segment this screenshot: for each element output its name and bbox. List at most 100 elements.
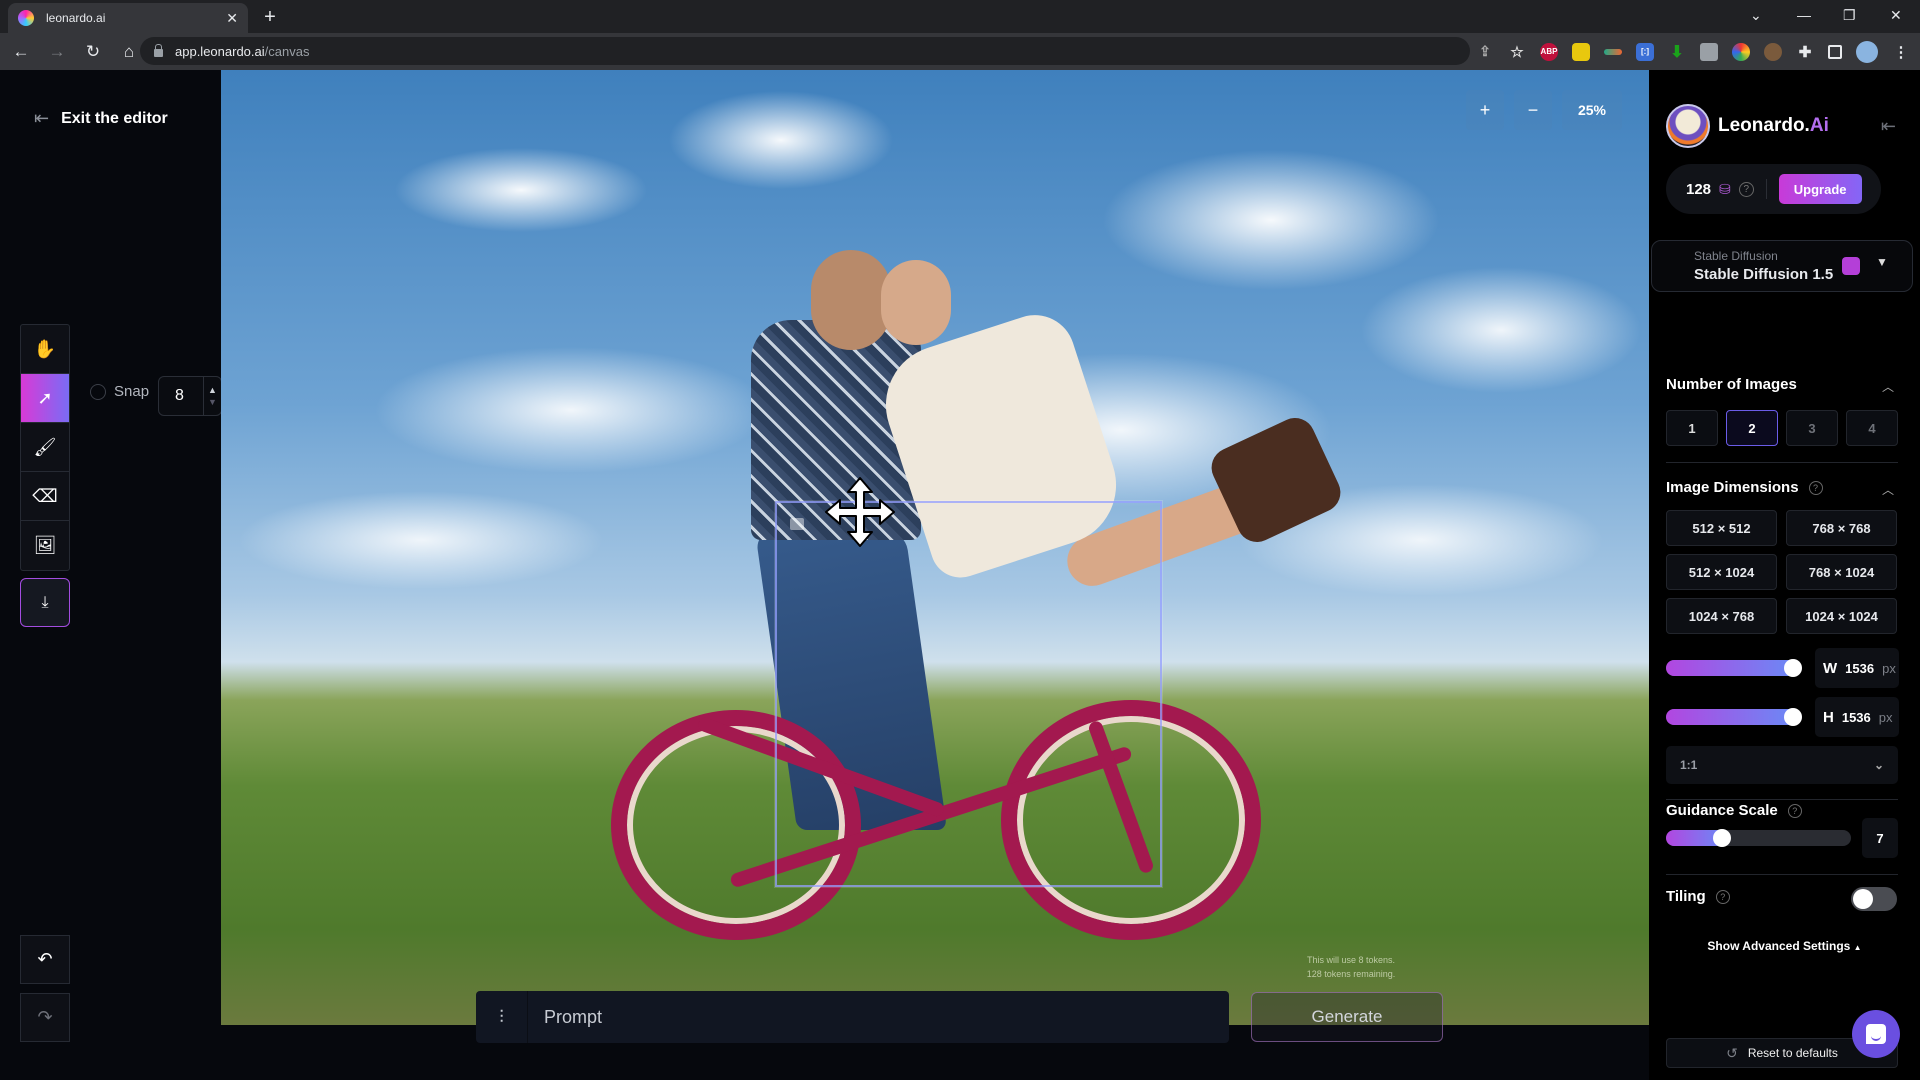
help-icon[interactable]: ? — [1787, 803, 1802, 818]
dimension-preset[interactable]: 768 × 1024 — [1786, 554, 1897, 590]
model-selector[interactable]: Stable Diffusion Stable Diffusion 1.5 ▼ — [1651, 240, 1913, 292]
prompt-input[interactable] — [528, 1006, 1229, 1028]
redo-button[interactable]: ↷ — [20, 993, 70, 1042]
guidance-scale-title: Guidance Scale? — [1666, 802, 1802, 819]
zoom-out-button[interactable]: − — [1514, 90, 1552, 130]
tab-close-icon[interactable]: ✕ — [226, 10, 238, 27]
chevron-up-icon[interactable]: ︿ — [1882, 378, 1894, 395]
dimension-preset[interactable]: 768 × 768 — [1786, 510, 1897, 546]
token-usage-line: This will use 8 tokens. — [1306, 955, 1396, 965]
download-extension-icon[interactable]: ⬇ — [1668, 43, 1686, 61]
chat-icon — [1866, 1024, 1886, 1044]
erase-tool[interactable]: ⌫ — [21, 472, 69, 521]
share-icon[interactable]: ⇪ — [1476, 43, 1494, 61]
select-tool[interactable]: ➚ — [21, 374, 69, 423]
snap-radio[interactable] — [90, 383, 106, 400]
show-advanced-settings-button[interactable]: Show Advanced Settings ▲ — [1649, 939, 1920, 953]
snap-stepper[interactable]: ▲ ▼ — [203, 377, 221, 415]
help-icon[interactable]: ? — [1738, 181, 1754, 197]
menu-dots-icon[interactable]: ⋮ — [1892, 43, 1910, 61]
image-tool[interactable]: 🖼 — [21, 521, 69, 570]
help-icon[interactable]: ? — [1715, 889, 1730, 904]
guidance-value-input[interactable]: 7 — [1862, 818, 1898, 858]
section-divider — [1666, 462, 1898, 463]
sliders-icon: ⫶ — [499, 1006, 504, 1027]
move-arrows-icon — [825, 477, 895, 547]
width-input[interactable]: W 1536 px — [1815, 648, 1899, 688]
dimension-preset[interactable]: 1024 × 1024 — [1786, 598, 1897, 634]
height-value: 1536 — [1841, 709, 1871, 725]
num-images-option[interactable]: 1 — [1666, 410, 1718, 446]
upgrade-button[interactable]: Upgrade — [1778, 174, 1862, 204]
paint-tool[interactable]: 🖌 — [21, 423, 69, 472]
generation-frame[interactable] — [775, 501, 1162, 887]
undo-button[interactable]: ↶ — [20, 935, 70, 984]
color-wheel-extension-icon[interactable] — [1732, 42, 1750, 61]
tiling-toggle[interactable] — [1851, 887, 1897, 911]
zoom-level[interactable]: 25% — [1562, 90, 1622, 130]
chat-support-button[interactable] — [1852, 1010, 1900, 1058]
new-tab-button[interactable]: + — [258, 6, 282, 29]
coins-icon: ⛁ — [1719, 180, 1731, 197]
aspect-ratio-select[interactable]: 1:1 ⌄ — [1666, 746, 1898, 784]
chevron-up-icon[interactable]: ︿ — [1882, 481, 1894, 498]
exit-editor-button[interactable]: ⇤ Exit the editor — [34, 108, 168, 129]
camera-extension-icon[interactable] — [1700, 42, 1718, 61]
cookie-extension-icon[interactable] — [1764, 42, 1782, 61]
guidance-slider[interactable] — [1666, 829, 1851, 847]
num-images-option[interactable]: 4 — [1846, 410, 1898, 446]
dimension-preset[interactable]: 1024 × 768 — [1666, 598, 1777, 634]
frame-lock-icon[interactable] — [790, 518, 804, 530]
download-button[interactable]: ⤓ — [20, 578, 70, 627]
section-divider — [1666, 799, 1898, 800]
snap-value-input[interactable]: 8 ▲ ▼ — [158, 376, 222, 416]
bracket-extension-icon[interactable]: [:] — [1636, 42, 1654, 61]
puzzle-icon[interactable]: ✚ — [1796, 43, 1814, 61]
height-slider[interactable] — [1666, 708, 1802, 726]
width-slider[interactable] — [1666, 659, 1802, 677]
height-slider-fill — [1666, 709, 1796, 725]
num-images-option-selected[interactable]: 2 — [1726, 410, 1778, 446]
reset-icon: ↺ — [1726, 1044, 1738, 1061]
address-bar[interactable]: app.leonardo.ai/canvas — [140, 37, 1470, 65]
minimize-button[interactable]: — — [1797, 0, 1811, 30]
snap-toggle[interactable]: Snap — [90, 383, 149, 400]
bookmark-star-icon[interactable]: ☆ — [1508, 43, 1526, 61]
stepper-up-icon[interactable]: ▲ — [208, 384, 217, 396]
move-handle[interactable] — [822, 474, 898, 550]
eraser-icon: ⌫ — [32, 485, 58, 506]
adblock-plus-icon[interactable]: ABP — [1540, 42, 1558, 61]
height-input[interactable]: H 1536 px — [1815, 697, 1899, 737]
prompt-settings-button[interactable]: ⫶ — [476, 991, 528, 1043]
generate-button[interactable]: Generate — [1251, 992, 1443, 1042]
zoom-in-button[interactable]: + — [1466, 90, 1504, 130]
forward-button[interactable]: → — [42, 42, 72, 62]
guidance-slider-knob[interactable] — [1712, 829, 1731, 847]
lock-icon — [154, 44, 163, 57]
yellow-extension-icon[interactable] — [1572, 42, 1590, 61]
dimension-preset[interactable]: 512 × 1024 — [1666, 554, 1777, 590]
browser-tab[interactable]: leonardo.ai ✕ — [8, 3, 248, 33]
tiling-title: Tiling? — [1666, 888, 1730, 905]
height-slider-knob[interactable] — [1784, 708, 1802, 726]
pan-tool[interactable]: ✋ — [21, 325, 69, 374]
back-button[interactable]: ← — [6, 42, 36, 62]
bird-extension-icon[interactable] — [1604, 48, 1622, 55]
stepper-down-icon[interactable]: ▼ — [208, 396, 217, 408]
snap-label: Snap — [114, 383, 150, 400]
num-images-option[interactable]: 3 — [1786, 410, 1838, 446]
width-slider-knob[interactable] — [1784, 659, 1802, 677]
reload-button[interactable]: ↻ — [78, 42, 108, 62]
restore-button[interactable]: ❐ — [1843, 0, 1856, 30]
help-icon[interactable]: ? — [1808, 480, 1823, 495]
aspect-ratio-value: 1:1 — [1680, 758, 1698, 772]
collapse-panel-icon[interactable]: ⇤ — [1881, 116, 1896, 137]
chevron-down-icon: ⌄ — [1873, 758, 1884, 772]
dimension-preset[interactable]: 512 × 512 — [1666, 510, 1777, 546]
close-window-button[interactable]: ✕ — [1890, 0, 1902, 30]
tab-search-chevron-icon[interactable]: ⌄ — [1750, 0, 1762, 30]
height-label: H — [1823, 708, 1834, 726]
profile-avatar[interactable] — [1856, 40, 1878, 63]
image-icon: 🖼 — [33, 535, 57, 555]
sidebar-toggle-icon[interactable] — [1828, 44, 1842, 59]
